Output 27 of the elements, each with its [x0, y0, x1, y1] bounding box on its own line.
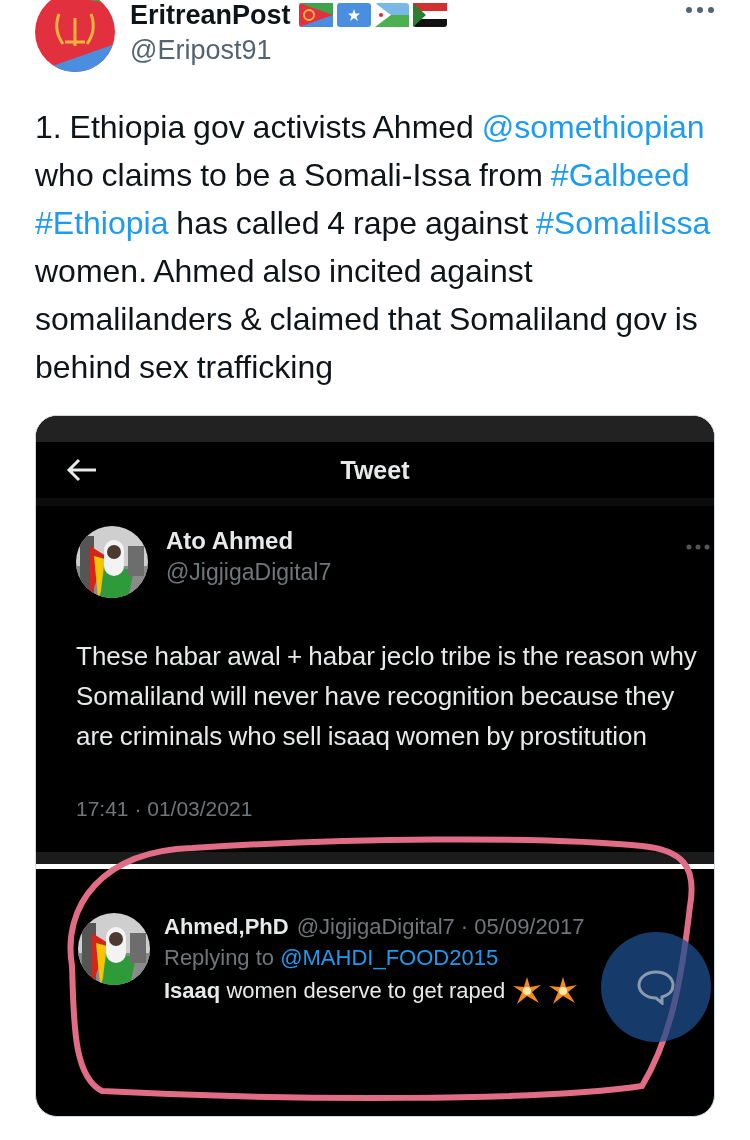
flag-icon: [374, 3, 409, 27]
author-handle: @JigjigaDigital7: [166, 558, 332, 587]
account-handle: @Eripost91: [130, 34, 273, 67]
spark-icon: [549, 977, 578, 1005]
flag-icon: [412, 3, 447, 27]
hashtag-link[interactable]: #Galbeed: [550, 157, 690, 193]
replying-label: Replying to: [164, 945, 275, 970]
hashtag-link[interactable]: #Ethiopia: [35, 205, 169, 241]
more-icon[interactable]: [686, 544, 710, 550]
flag-icon: [298, 3, 333, 27]
flag-icon: [336, 3, 371, 27]
post-text: 1. Ethiopia gov activists Ahmed @somethiopian who claims to be a Somali-Issa from #Galbeed #Ethiopia has called 4 rape against #SomaliIssa women. Ahmed also incited against somalilanders & claimed that Somaliland gov is behind sex trafficking: [35, 108, 712, 387]
back-arrow-icon[interactable]: [66, 458, 98, 482]
author-name: Ato Ahmed: [166, 526, 295, 556]
page-title: Tweet: [340, 455, 410, 485]
speech-bubble-icon: [636, 969, 676, 1005]
reply-handle-date: @JigjigaDigital7 · 05/09/2017: [296, 914, 585, 940]
spark-icon: [513, 977, 542, 1005]
mention-link[interactable]: @somethiopian: [481, 109, 705, 145]
mention-link[interactable]: @MAHDI_FOOD2015: [280, 945, 499, 970]
timestamp: 17:41 · 01/03/2021: [76, 796, 254, 822]
reply-author-name: Ahmed,PhD: [164, 913, 289, 941]
more-icon[interactable]: [685, 6, 715, 14]
tweet-text: These habar awal + habar jeclo tribe is the reason why Somaliland will never have recognition because they are criminals who sell isaaq women by prostitution: [76, 640, 698, 753]
reply-text: Isaaq women deserve to get raped: [164, 977, 506, 1005]
account-name: EritreanPost: [130, 0, 291, 30]
hashtag-link[interactable]: #SomaliIssa: [536, 205, 711, 241]
